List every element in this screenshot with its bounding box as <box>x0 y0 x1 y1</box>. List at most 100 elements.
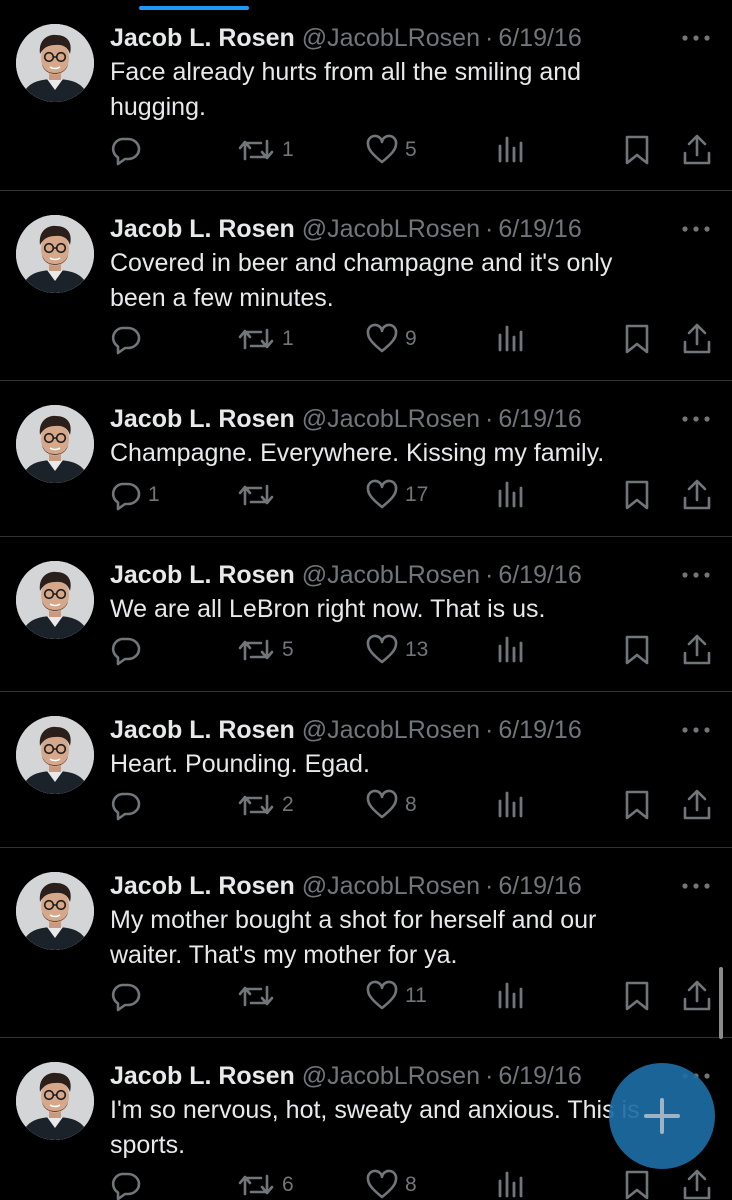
retweet-button[interactable] <box>236 979 282 1013</box>
author-handle[interactable]: @JacobLRosen <box>302 716 480 744</box>
tweet-date[interactable]: 6/19/16 <box>498 561 581 589</box>
author-handle[interactable]: @JacobLRosen <box>302 24 480 52</box>
like-button[interactable]: 5 <box>365 133 417 167</box>
scrollbar[interactable] <box>719 967 723 1039</box>
tweet[interactable]: Jacob L. Rosen @JacobLRosen · 6/19/16 We a… <box>0 537 732 692</box>
author-name[interactable]: Jacob L. Rosen <box>110 405 295 433</box>
more-icon[interactable] <box>680 720 712 740</box>
share-button[interactable] <box>681 133 713 167</box>
heart-icon <box>365 478 399 512</box>
author-name[interactable]: Jacob L. Rosen <box>110 24 295 52</box>
tweet[interactable]: Jacob L. Rosen @JacobLRosen · 6/19/16 My m… <box>0 848 732 1038</box>
tweet-date[interactable]: 6/19/16 <box>498 1062 581 1090</box>
views-button[interactable] <box>495 322 525 356</box>
tweet[interactable]: Jacob L. Rosen @JacobLRosen · 6/19/16 Hear… <box>0 692 732 848</box>
reply-button[interactable] <box>108 788 148 822</box>
like-count: 5 <box>405 138 417 161</box>
more-icon[interactable] <box>680 28 712 48</box>
author-name[interactable]: Jacob L. Rosen <box>110 561 295 589</box>
reply-button[interactable] <box>108 133 148 167</box>
reply-button[interactable] <box>108 979 148 1013</box>
bookmark-button[interactable] <box>623 979 651 1013</box>
avatar[interactable] <box>16 872 94 950</box>
like-button[interactable]: 8 <box>365 1168 417 1200</box>
tweet-header: Jacob L. Rosen @JacobLRosen · 6/19/16 <box>110 714 672 746</box>
tweet[interactable]: Jacob L. Rosen @JacobLRosen · 6/19/16 Cove… <box>0 191 732 381</box>
tweet-date[interactable]: 6/19/16 <box>498 716 581 744</box>
avatar[interactable] <box>16 561 94 639</box>
tweet-actions: 1 17 <box>0 478 732 512</box>
like-button[interactable]: 17 <box>365 478 428 512</box>
share-icon <box>681 322 713 356</box>
retweet-button[interactable]: 1 <box>236 133 294 167</box>
tweet-date[interactable]: 6/19/16 <box>498 215 581 243</box>
views-button[interactable] <box>495 788 525 822</box>
bookmark-button[interactable] <box>623 133 651 167</box>
author-name[interactable]: Jacob L. Rosen <box>110 872 295 900</box>
like-button[interactable]: 8 <box>365 788 417 822</box>
tweet[interactable]: Jacob L. Rosen @JacobLRosen · 6/19/16 Cham… <box>0 381 732 537</box>
bookmark-button[interactable] <box>623 633 651 667</box>
share-button[interactable] <box>681 788 713 822</box>
reply-button[interactable]: 1 <box>108 478 160 512</box>
author-name[interactable]: Jacob L. Rosen <box>110 1062 295 1090</box>
more-icon[interactable] <box>680 565 712 585</box>
author-handle[interactable]: @JacobLRosen <box>302 215 480 243</box>
heart-icon <box>365 788 399 822</box>
reply-count: 1 <box>148 483 160 506</box>
reply-button[interactable] <box>108 633 148 667</box>
retweet-button[interactable]: 6 <box>236 1168 294 1200</box>
bookmark-button[interactable] <box>623 1168 651 1200</box>
share-button[interactable] <box>681 979 713 1013</box>
like-button[interactable]: 11 <box>365 979 427 1013</box>
retweet-icon <box>236 1168 276 1200</box>
tweet-text: Covered in beer and champagne and it's o… <box>110 249 613 312</box>
author-name[interactable]: Jacob L. Rosen <box>110 716 295 744</box>
views-button[interactable] <box>495 979 525 1013</box>
views-button[interactable] <box>495 133 525 167</box>
retweet-icon <box>236 133 276 167</box>
compose-button[interactable] <box>609 1063 715 1169</box>
author-handle[interactable]: @JacobLRosen <box>302 561 480 589</box>
reply-button[interactable] <box>108 322 148 356</box>
reply-button[interactable] <box>108 1168 148 1200</box>
avatar[interactable] <box>16 24 94 102</box>
bookmark-icon <box>623 322 651 356</box>
like-button[interactable]: 13 <box>365 633 428 667</box>
bookmark-button[interactable] <box>623 478 651 512</box>
retweet-button[interactable]: 2 <box>236 788 294 822</box>
views-button[interactable] <box>495 478 525 512</box>
share-button[interactable] <box>681 633 713 667</box>
avatar[interactable] <box>16 716 94 794</box>
bookmark-icon <box>623 633 651 667</box>
views-button[interactable] <box>495 1168 525 1200</box>
retweet-button[interactable]: 5 <box>236 633 294 667</box>
avatar[interactable] <box>16 215 94 293</box>
like-count: 13 <box>405 638 429 661</box>
tweet-date[interactable]: 6/19/16 <box>498 24 581 52</box>
tweet-actions: 1 5 <box>0 133 732 167</box>
author-handle[interactable]: @JacobLRosen <box>302 405 480 433</box>
share-button[interactable] <box>681 1168 713 1200</box>
author-handle[interactable]: @JacobLRosen <box>302 1062 480 1090</box>
avatar[interactable] <box>16 405 94 483</box>
retweet-button[interactable]: 1 <box>236 322 294 356</box>
tweet-date[interactable]: 6/19/16 <box>498 405 581 433</box>
share-button[interactable] <box>681 478 713 512</box>
views-button[interactable] <box>495 633 525 667</box>
tweet-date[interactable]: 6/19/16 <box>498 872 581 900</box>
like-count: 8 <box>405 793 417 816</box>
tweet[interactable]: Jacob L. Rosen @JacobLRosen · 6/19/16 Face… <box>0 0 732 191</box>
bookmark-button[interactable] <box>623 788 651 822</box>
author-handle[interactable]: @JacobLRosen <box>302 872 480 900</box>
more-icon[interactable] <box>680 219 712 239</box>
bookmark-button[interactable] <box>623 322 651 356</box>
retweet-button[interactable] <box>236 478 282 512</box>
more-icon[interactable] <box>680 876 712 896</box>
share-button[interactable] <box>681 322 713 356</box>
avatar[interactable] <box>16 1062 94 1140</box>
like-button[interactable]: 9 <box>365 322 417 356</box>
more-icon[interactable] <box>680 409 712 429</box>
author-name[interactable]: Jacob L. Rosen <box>110 215 295 243</box>
retweet-icon <box>236 478 276 512</box>
